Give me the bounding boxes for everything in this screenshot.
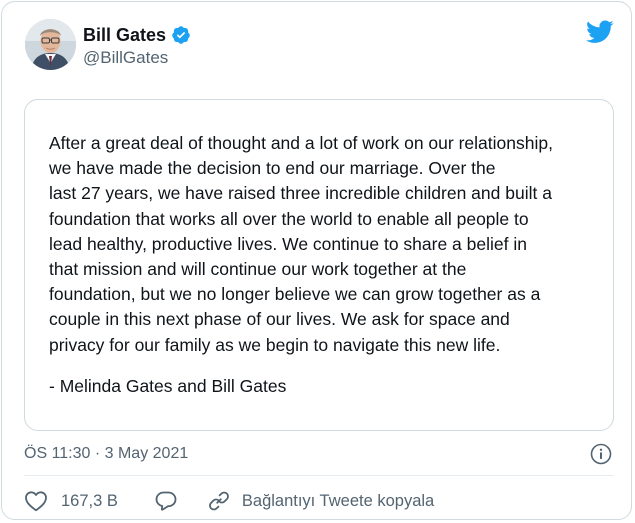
info-icon[interactable]	[590, 443, 612, 465]
statement-line: foundation that works all over the world…	[49, 208, 529, 229]
author-display-name[interactable]: Bill Gates	[83, 25, 166, 46]
statement-line: couple in this next phase of our lives. …	[49, 309, 510, 330]
statement-line: we have made the decision to end our mar…	[49, 158, 496, 179]
statement-line: last 27 years, we have raised three incr…	[49, 183, 552, 204]
link-icon	[208, 490, 230, 512]
statement-line: lead healthy, productive lives. We conti…	[49, 233, 527, 254]
statement-line: After a great deal of thought and a lot …	[49, 133, 553, 153]
tweet-timestamp[interactable]: ÖS 11:30 · 3 May 2021	[24, 445, 188, 463]
like-button[interactable]: 167,3 B	[24, 490, 118, 512]
author-handle[interactable]: @BillGates	[83, 48, 168, 68]
statement-line: privacy for our family as we begin to na…	[49, 334, 501, 355]
statement-text: After a great deal of thought and a lot …	[49, 131, 609, 358]
tweet-card: Bill Gates @BillGates After a great deal…	[1, 1, 632, 520]
avatar[interactable]	[25, 19, 76, 70]
reply-button[interactable]	[154, 490, 178, 512]
author-name-row: Bill Gates	[83, 24, 191, 46]
verified-badge-icon	[171, 25, 191, 45]
avatar-photo	[25, 19, 76, 70]
statement-line: that mission and will continue our work …	[49, 259, 467, 280]
speech-bubble-icon	[154, 490, 178, 512]
action-bar: 167,3 B Bağlantıyı Tweete kopyala	[24, 488, 434, 514]
statement-image[interactable]: After a great deal of thought and a lot …	[24, 99, 614, 431]
like-count: 167,3 B	[61, 491, 118, 510]
divider	[24, 475, 614, 476]
copy-link-label: Bağlantıyı Tweete kopyala	[241, 491, 435, 510]
twitter-bird-icon[interactable]	[586, 20, 614, 44]
copy-link-button[interactable]: Bağlantıyı Tweete kopyala	[208, 490, 434, 512]
statement-line: foundation, but we no longer believe we …	[49, 284, 541, 305]
heart-icon	[24, 490, 48, 512]
statement-signature: - Melinda Gates and Bill Gates	[49, 376, 287, 396]
